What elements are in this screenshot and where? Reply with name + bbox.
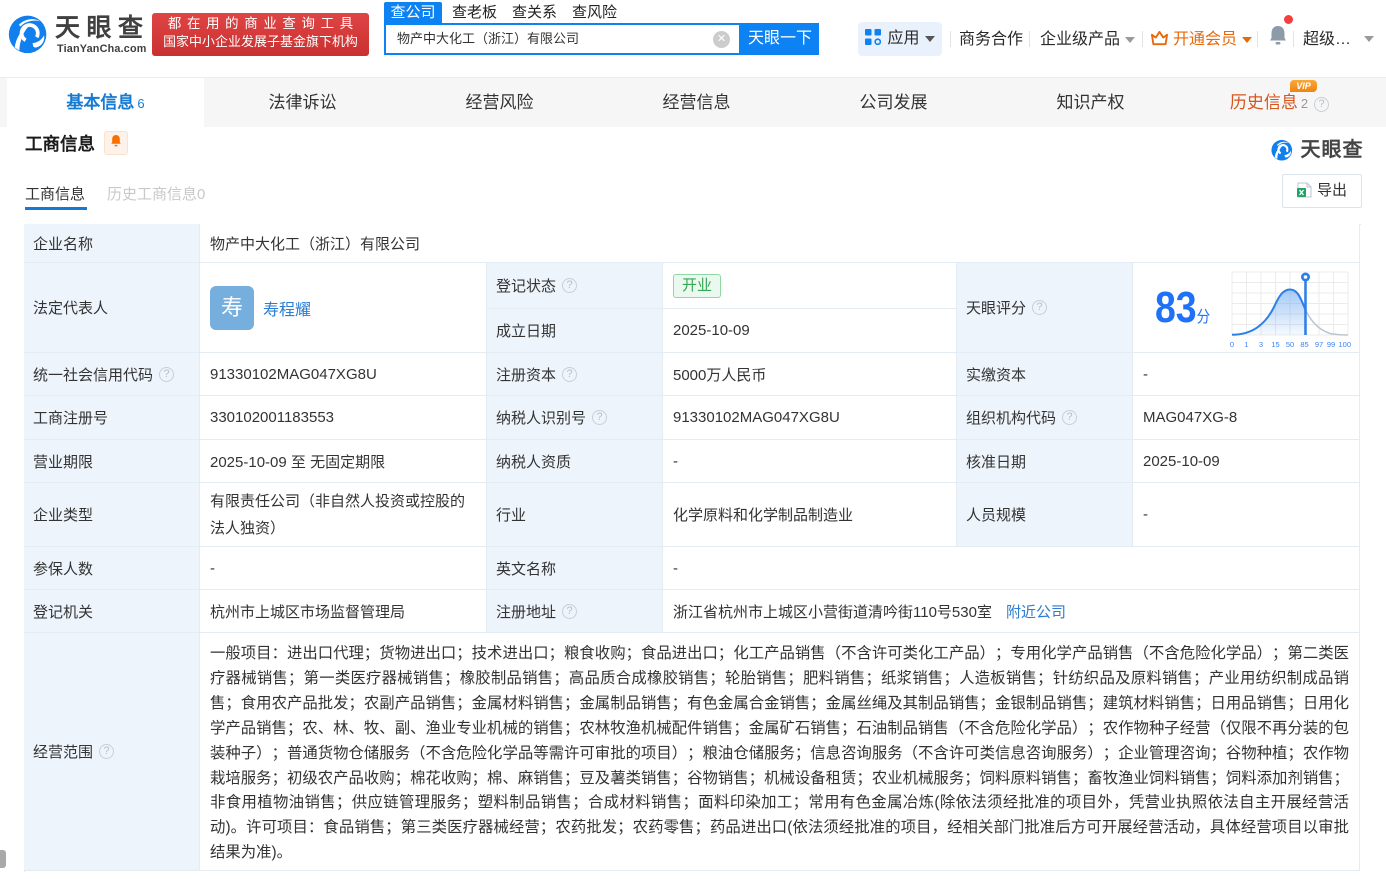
svg-text:97: 97: [1315, 340, 1323, 349]
svg-text:3: 3: [1259, 340, 1263, 349]
svg-text:85: 85: [1300, 340, 1308, 349]
svg-text:1: 1: [1244, 340, 1248, 349]
svg-text:100: 100: [1338, 340, 1351, 349]
svg-text:99: 99: [1327, 340, 1335, 349]
svg-text:15: 15: [1271, 340, 1279, 349]
svg-text:0: 0: [1230, 340, 1234, 349]
svg-text:50: 50: [1286, 340, 1294, 349]
